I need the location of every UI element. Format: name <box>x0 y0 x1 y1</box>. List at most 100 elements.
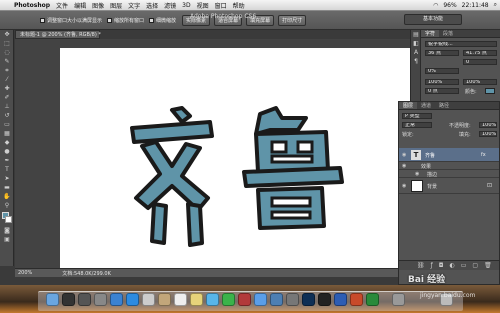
quick-select-tool-icon[interactable]: ✎ <box>0 57 14 66</box>
tab-layers[interactable]: 图层 <box>399 102 418 109</box>
zoom-all-checkbox[interactable] <box>107 17 113 23</box>
menu-image[interactable]: 图像 <box>92 1 104 10</box>
opacity-field[interactable]: 100% <box>479 122 497 128</box>
background-color[interactable] <box>5 216 12 223</box>
menu-file[interactable]: 文件 <box>56 1 68 10</box>
clock-label[interactable]: 22:11:48 <box>462 2 489 9</box>
launchpad-icon[interactable] <box>94 293 107 306</box>
link-layers-icon[interactable]: ⛓ <box>417 262 425 269</box>
facetime-icon[interactable] <box>222 293 235 306</box>
healing-tool-icon[interactable]: ✚ <box>0 84 14 93</box>
calendar-icon[interactable] <box>174 293 187 306</box>
tab-paths[interactable]: 路径 <box>435 102 453 109</box>
photoshop-icon[interactable] <box>302 293 315 306</box>
leading-field[interactable]: 41.75 点 <box>463 50 497 56</box>
qq-icon[interactable] <box>318 293 331 306</box>
layer-row-text[interactable]: ◉ T 齐鲁 fx <box>399 148 499 162</box>
delete-layer-icon[interactable]: 🗑 <box>484 262 492 269</box>
finder-icon[interactable] <box>46 293 59 306</box>
dodge-tool-icon[interactable]: ● <box>0 147 14 156</box>
vertical-scale-field[interactable]: 100% <box>425 79 459 85</box>
text-color-swatch[interactable] <box>485 88 495 94</box>
menu-help[interactable]: 帮助 <box>233 1 245 10</box>
messages-icon[interactable] <box>206 293 219 306</box>
font-family-select[interactable]: 锐字锐线... <box>425 41 497 47</box>
screen-mode-icon[interactable]: ▣ <box>0 235 14 244</box>
mail-icon[interactable] <box>142 293 155 306</box>
powerpoint-icon[interactable] <box>350 293 363 306</box>
hand-tool-icon[interactable]: ✋ <box>0 192 14 201</box>
horizontal-scale-field[interactable]: 100% <box>463 79 497 85</box>
path-select-tool-icon[interactable]: ➤ <box>0 174 14 183</box>
blur-tool-icon[interactable]: ◆ <box>0 138 14 147</box>
blend-mode-select[interactable]: 正常 <box>402 122 432 128</box>
scrubby-zoom-checkbox[interactable] <box>149 17 155 23</box>
tab-paragraph[interactable]: 段落 <box>439 30 457 37</box>
pen-tool-icon[interactable]: ✒ <box>0 156 14 165</box>
eye-icon[interactable]: ◉ <box>415 171 420 177</box>
battery-label[interactable]: 96% <box>443 2 456 9</box>
shape-tool-icon[interactable]: ▬ <box>0 183 14 192</box>
resize-checkbox[interactable] <box>40 17 45 23</box>
color-swatches[interactable] <box>0 210 13 226</box>
percent-field[interactable]: 0% <box>425 68 459 74</box>
fx-icon[interactable]: fx <box>481 152 486 158</box>
brush-tool-icon[interactable]: ✐ <box>0 93 14 102</box>
layer-row-effects[interactable]: ◉ 效果 <box>399 162 499 170</box>
marquee-tool-icon[interactable]: ⬚ <box>0 39 14 48</box>
photo-booth-icon[interactable] <box>238 293 251 306</box>
eye-icon[interactable]: ◉ <box>402 163 407 169</box>
app-store-icon[interactable] <box>110 293 123 306</box>
eyedropper-tool-icon[interactable]: ⁄ <box>0 75 14 84</box>
adjustment-icon[interactable]: ◐ <box>450 262 455 269</box>
safari-icon[interactable] <box>126 293 139 306</box>
app-menu[interactable]: Photoshop <box>14 2 50 9</box>
type-tool-icon[interactable]: T <box>0 165 14 174</box>
add-style-icon[interactable]: ƒ <box>431 262 433 269</box>
document-tab[interactable]: 未标题-1 @ 200% (齐鲁, RGB/8) * <box>15 30 101 39</box>
menu-type[interactable]: 文字 <box>128 1 140 10</box>
eye-icon[interactable]: ◉ <box>402 152 407 158</box>
quick-mask-icon[interactable]: ◙ <box>0 226 14 235</box>
layer-row-stroke[interactable]: ◉ 描边 <box>399 170 499 178</box>
dashboard-icon[interactable] <box>62 293 75 306</box>
workspace-switcher[interactable]: 基本功能 <box>404 14 462 25</box>
menu-select[interactable]: 选择 <box>146 1 158 10</box>
fill-field[interactable]: 100% <box>479 131 497 137</box>
itunes-icon[interactable] <box>254 293 267 306</box>
lasso-tool-icon[interactable]: ◌ <box>0 48 14 57</box>
wifi-icon[interactable]: ◠ <box>433 2 438 9</box>
baseline-shift-field[interactable]: 0 点 <box>425 88 459 94</box>
iphoto-icon[interactable] <box>270 293 283 306</box>
layer-row-background[interactable]: ◉ 背景 ⊡ <box>399 178 499 194</box>
stamp-tool-icon[interactable]: ⊥ <box>0 102 14 111</box>
downloads-stack-icon[interactable] <box>392 293 405 306</box>
new-group-icon[interactable]: ▭ <box>461 262 467 269</box>
menu-window[interactable]: 窗口 <box>215 1 227 10</box>
menu-filter[interactable]: 滤镜 <box>164 1 176 10</box>
eye-icon[interactable]: ◉ <box>402 183 407 189</box>
tab-character[interactable]: 字符 <box>421 30 440 37</box>
word-icon[interactable] <box>334 293 347 306</box>
spotlight-icon[interactable]: ⌕ <box>494 1 497 9</box>
move-tool-icon[interactable]: ✥ <box>0 30 14 39</box>
mission-control-icon[interactable] <box>78 293 91 306</box>
menu-edit[interactable]: 编辑 <box>74 1 86 10</box>
tab-channels[interactable]: 通道 <box>417 102 435 109</box>
layer-kind-filter[interactable]: P 类型 <box>402 113 432 119</box>
zoom-tool-icon[interactable]: ⚲ <box>0 201 14 210</box>
zoom-level[interactable]: 200% <box>18 270 32 276</box>
print-size-button[interactable]: 打印尺寸 <box>278 14 307 26</box>
system-preferences-icon[interactable] <box>286 293 299 306</box>
tracking-field[interactable]: 0 <box>463 59 497 65</box>
history-brush-icon[interactable]: ↺ <box>0 111 14 120</box>
notes-icon[interactable] <box>190 293 203 306</box>
contacts-icon[interactable] <box>158 293 171 306</box>
eraser-tool-icon[interactable]: ▭ <box>0 120 14 129</box>
crop-tool-icon[interactable]: ⌗ <box>0 66 14 75</box>
font-size-field[interactable]: 36 点 <box>425 50 459 56</box>
menu-layer[interactable]: 图层 <box>110 1 122 10</box>
menu-3d[interactable]: 3D <box>182 2 190 9</box>
new-layer-icon[interactable]: ▢ <box>472 262 478 269</box>
add-mask-icon[interactable]: ◘ <box>439 262 444 269</box>
